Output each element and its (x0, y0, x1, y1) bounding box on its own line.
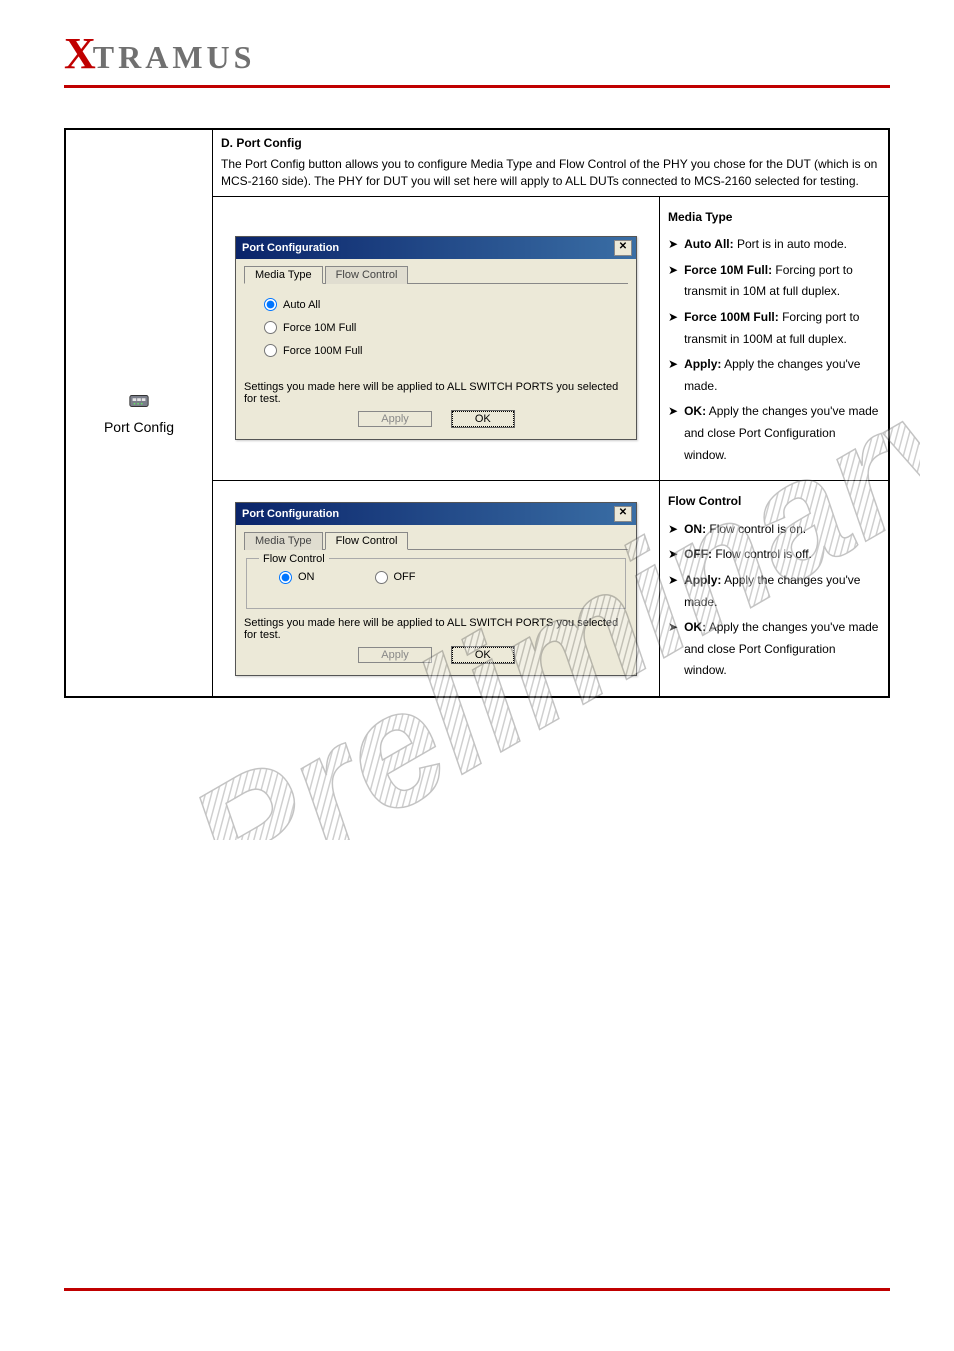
radio-auto-all-label: Auto All (283, 299, 320, 311)
apply-button[interactable]: Apply (358, 411, 432, 427)
tab-flow-control[interactable]: Flow Control (325, 266, 409, 284)
tab-media-type[interactable]: Media Type (244, 266, 323, 284)
flow-control-row: Port Configuration ✕ Media Type Flow Con… (213, 481, 890, 697)
bullet-icon: ➤ (668, 544, 678, 566)
media-type-dialog-preview: Port Configuration ✕ Media Type Flow Con… (213, 197, 660, 481)
port-config-cell-label: Port Config (65, 129, 213, 697)
dialog-tabs: Media Type Flow Control (244, 531, 628, 550)
ok-button[interactable]: OK (452, 411, 514, 427)
radio-auto-all-input[interactable] (264, 298, 277, 311)
radio-flow-off[interactable]: OFF (375, 571, 416, 584)
dialog-note: Settings you made here will be applied t… (244, 617, 628, 641)
tab-media-type[interactable]: Media Type (244, 532, 323, 550)
close-icon[interactable]: ✕ (614, 240, 632, 256)
bullet-icon: ➤ (668, 354, 678, 376)
apply-button[interactable]: Apply (358, 647, 432, 663)
bullet-label: OK: (684, 404, 706, 418)
bullet-text: Port is in auto mode. (734, 237, 847, 251)
port-config-label: Port Config (74, 419, 204, 435)
media-type-heading: Media Type (668, 207, 880, 229)
bullet-text: Apply the changes you've made and close … (684, 404, 878, 461)
bullet-icon: ➤ (668, 519, 678, 541)
flow-control-explain: Flow Control ➤ ON: Flow control is on. ➤ O… (660, 481, 888, 696)
bullet-label: Auto All: (684, 237, 734, 251)
logo: X TRAMUS (64, 28, 954, 79)
media-type-row: Port Configuration ✕ Media Type Flow Con… (213, 196, 890, 481)
bullet-text: Flow control is off. (712, 547, 812, 561)
bullet-icon: ➤ (668, 260, 678, 282)
bullet-icon: ➤ (668, 234, 678, 256)
bullet-label: Apply: (684, 573, 721, 587)
dialog-note: Settings you made here will be applied t… (244, 381, 628, 405)
bullet-icon: ➤ (668, 570, 678, 592)
bullet-icon: ➤ (668, 401, 678, 423)
port-config-table: Port Config D. Port Config The Port Conf… (64, 128, 890, 698)
close-icon[interactable]: ✕ (614, 506, 632, 522)
bullet-label: OFF: (684, 547, 712, 561)
intro-heading: D. Port Config (221, 136, 880, 150)
bullet-label: Apply: (684, 357, 721, 371)
logo-rest: TRAMUS (93, 39, 256, 76)
radio-force-10m[interactable]: Force 10M Full (264, 321, 618, 334)
bullet-label: Force 10M Full: (684, 263, 772, 277)
content-area: Port Config D. Port Config The Port Conf… (0, 88, 954, 698)
dialog-flow-control: Port Configuration ✕ Media Type Flow Con… (235, 502, 637, 676)
page-header: X TRAMUS (0, 0, 954, 79)
radio-force-10m-input[interactable] (264, 321, 277, 334)
bullet-text: Apply the changes you've made and close … (684, 620, 878, 677)
radio-flow-off-input[interactable] (375, 571, 388, 584)
radio-flow-on-label: ON (298, 571, 315, 583)
intro-cell: D. Port Config The Port Config button al… (213, 129, 890, 196)
dialog-title: Port Configuration (242, 508, 339, 520)
bullet-label: ON: (684, 522, 706, 536)
tab-flow-control[interactable]: Flow Control (325, 532, 409, 550)
flow-control-heading: Flow Control (668, 491, 880, 513)
bullet-icon: ➤ (668, 617, 678, 639)
radio-force-100m-input[interactable] (264, 344, 277, 357)
bullet-label: Force 100M Full: (684, 310, 779, 324)
logo-letter-x: X (64, 28, 95, 79)
footer-divider (64, 1288, 890, 1291)
radio-flow-on[interactable]: ON (279, 571, 315, 584)
radio-force-100m[interactable]: Force 100M Full (264, 344, 618, 357)
intro-desc: The Port Config button allows you to con… (221, 156, 880, 190)
media-type-explain: Media Type ➤ Auto All: Port is in auto mo… (660, 197, 888, 481)
dialog-tabs: Media Type Flow Control (244, 265, 628, 284)
flow-control-dialog-preview: Port Configuration ✕ Media Type Flow Con… (213, 481, 660, 696)
ok-button[interactable]: OK (452, 647, 514, 663)
dialog-titlebar: Port Configuration ✕ (236, 503, 636, 525)
bullet-label: OK: (684, 620, 706, 634)
flow-fieldset-legend: Flow Control (259, 553, 329, 565)
bullet-icon: ➤ (668, 307, 678, 329)
radio-flow-off-label: OFF (394, 571, 416, 583)
bullet-text: Flow control is on. (706, 522, 806, 536)
dialog-title: Port Configuration (242, 242, 339, 254)
radio-auto-all[interactable]: Auto All (264, 298, 618, 311)
dialog-titlebar: Port Configuration ✕ (236, 237, 636, 259)
dialog-media-type: Port Configuration ✕ Media Type Flow Con… (235, 236, 637, 440)
radio-flow-on-input[interactable] (279, 571, 292, 584)
radio-force-10m-label: Force 10M Full (283, 322, 356, 334)
port-config-icon (128, 390, 150, 415)
radio-force-100m-label: Force 100M Full (283, 345, 362, 357)
